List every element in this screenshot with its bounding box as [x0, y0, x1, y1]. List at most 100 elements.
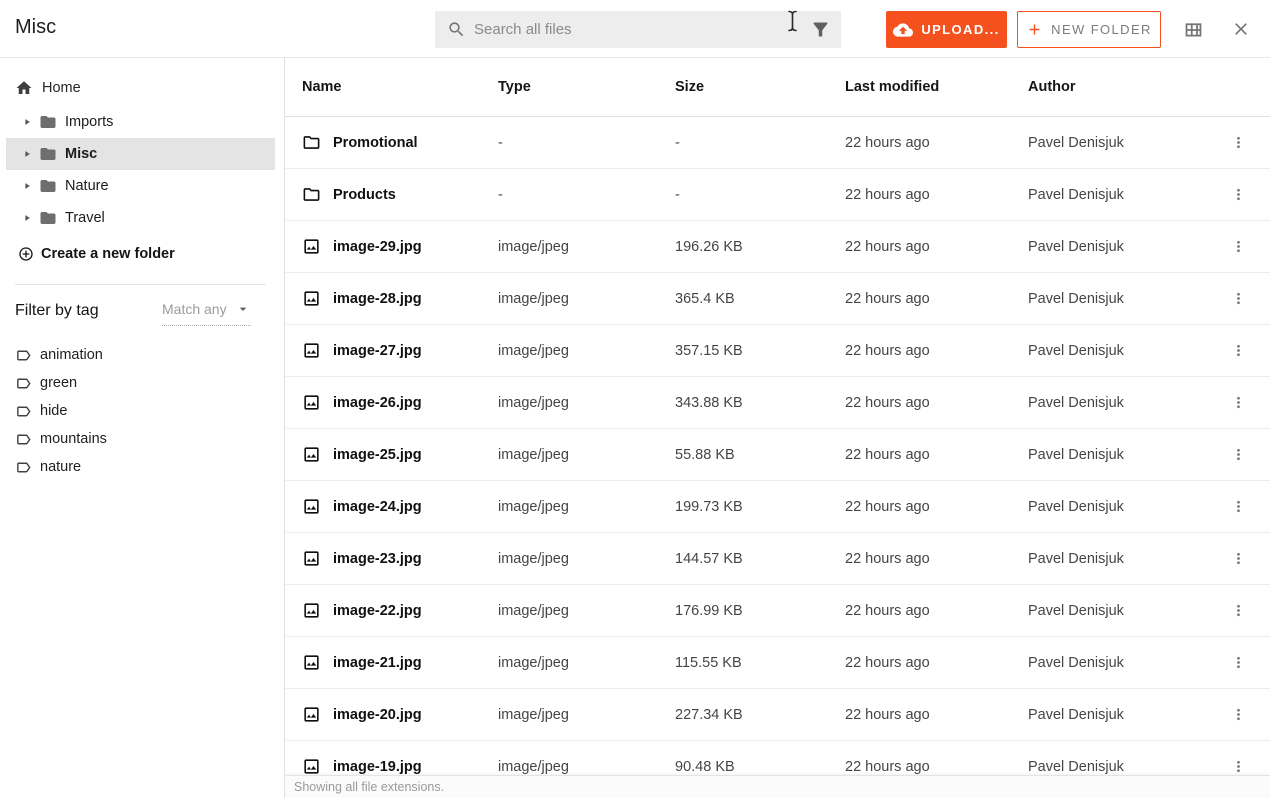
file-modified: 22 hours ago [845, 654, 930, 671]
file-name: image-20.jpg [333, 706, 422, 723]
file-size: - [675, 134, 680, 151]
row-menu-button[interactable] [1218, 238, 1258, 255]
sidebar-folder-travel[interactable]: Travel [6, 202, 275, 234]
file-author: Pavel Denisjuk [1028, 602, 1124, 619]
file-size: - [675, 186, 680, 203]
file-modified: 22 hours ago [845, 602, 930, 619]
folder-outline-icon [302, 185, 321, 204]
row-menu-button[interactable] [1218, 550, 1258, 567]
image-icon [302, 653, 321, 672]
filter-funnel-icon[interactable] [810, 19, 831, 40]
file-author: Pavel Denisjuk [1028, 706, 1124, 723]
row-menu-button[interactable] [1218, 758, 1258, 775]
file-author: Pavel Denisjuk [1028, 498, 1124, 515]
table-row[interactable]: image-29.jpg image/jpeg 196.26 KB 22 hours … [285, 221, 1270, 273]
row-menu-button[interactable] [1218, 186, 1258, 203]
table-row[interactable]: image-23.jpg image/jpeg 144.57 KB 22 hours … [285, 533, 1270, 585]
file-modified: 22 hours ago [845, 706, 930, 723]
column-header-type[interactable]: Type [498, 79, 675, 95]
table-row[interactable]: Products - - 22 hours ago Pavel Denisjuk [285, 169, 1270, 221]
sidebar-divider [15, 284, 266, 285]
tag-item-mountains[interactable]: mountains [0, 425, 284, 453]
tag-item-animation[interactable]: animation [0, 341, 284, 369]
page-title: Misc [15, 16, 57, 38]
image-icon [302, 289, 321, 308]
row-menu-button[interactable] [1218, 446, 1258, 463]
upload-button[interactable]: UPLOAD... [886, 11, 1007, 48]
sidebar-folder-imports[interactable]: Imports [6, 106, 275, 138]
tag-item-green[interactable]: green [0, 369, 284, 397]
search-bar[interactable] [435, 11, 841, 48]
triangle-right-icon[interactable] [22, 149, 32, 159]
folder-label: Nature [65, 178, 109, 194]
row-menu-button[interactable] [1218, 498, 1258, 515]
create-folder-label: Create a new folder [41, 246, 175, 262]
table-row[interactable]: image-21.jpg image/jpeg 115.55 KB 22 hours … [285, 637, 1270, 689]
table-row[interactable]: image-25.jpg image/jpeg 55.88 KB 22 hours a… [285, 429, 1270, 481]
file-type: image/jpeg [498, 498, 569, 515]
grid-view-icon[interactable] [1183, 19, 1204, 40]
file-size: 227.34 KB [675, 706, 743, 723]
image-icon [302, 497, 321, 516]
row-menu-button[interactable] [1218, 654, 1258, 671]
header-bar: Misc UPLOAD... NEW FOLDER [0, 0, 1270, 58]
file-author: Pavel Denisjuk [1028, 342, 1124, 359]
create-folder-button[interactable]: Create a new folder [0, 246, 284, 262]
file-type: - [498, 186, 503, 203]
file-name: Promotional [333, 134, 418, 151]
table-row[interactable]: image-24.jpg image/jpeg 199.73 KB 22 hours … [285, 481, 1270, 533]
table-row[interactable]: image-27.jpg image/jpeg 357.15 KB 22 hours … [285, 325, 1270, 377]
column-header-size[interactable]: Size [675, 79, 845, 95]
search-input[interactable] [466, 21, 810, 38]
table-row[interactable]: image-26.jpg image/jpeg 343.88 KB 22 hours … [285, 377, 1270, 429]
folder-outline-icon [302, 133, 321, 152]
tag-label: green [40, 375, 78, 391]
triangle-right-icon[interactable] [22, 213, 32, 223]
match-any-value: Match any [162, 301, 227, 317]
new-folder-button[interactable]: NEW FOLDER [1017, 11, 1161, 48]
label-outline-icon [15, 375, 32, 392]
file-modified: 22 hours ago [845, 342, 930, 359]
file-type: image/jpeg [498, 706, 569, 723]
table-row[interactable]: image-28.jpg image/jpeg 365.4 KB 22 hours a… [285, 273, 1270, 325]
table-row[interactable]: image-22.jpg image/jpeg 176.99 KB 22 hours … [285, 585, 1270, 637]
row-menu-button[interactable] [1218, 602, 1258, 619]
sidebar: Home Imports Misc Nature Travel Create a ne… [0, 58, 285, 798]
file-size: 144.57 KB [675, 550, 743, 567]
label-outline-icon [15, 347, 32, 364]
row-menu-button[interactable] [1218, 290, 1258, 307]
triangle-right-icon[interactable] [22, 117, 32, 127]
label-outline-icon [15, 431, 32, 448]
row-menu-button[interactable] [1218, 706, 1258, 723]
column-header-author[interactable]: Author [1028, 79, 1218, 95]
table-header: Name Type Size Last modified Author [285, 58, 1270, 117]
row-menu-button[interactable] [1218, 134, 1258, 151]
row-menu-button[interactable] [1218, 394, 1258, 411]
folder-label: Imports [65, 114, 114, 130]
file-size: 90.48 KB [675, 758, 735, 775]
file-type: image/jpeg [498, 758, 569, 775]
column-header-name[interactable]: Name [285, 79, 498, 95]
table-row[interactable]: Promotional - - 22 hours ago Pavel Denisjuk [285, 117, 1270, 169]
sidebar-folder-misc[interactable]: Misc [6, 138, 275, 170]
file-author: Pavel Denisjuk [1028, 134, 1124, 151]
file-modified: 22 hours ago [845, 186, 930, 203]
folder-filled-icon [39, 145, 57, 163]
folder-label: Misc [65, 146, 98, 162]
image-icon [302, 445, 321, 464]
image-icon [302, 601, 321, 620]
sidebar-item-home[interactable]: Home [0, 78, 284, 98]
close-icon[interactable] [1231, 19, 1251, 39]
tag-item-nature[interactable]: nature [0, 453, 284, 481]
triangle-right-icon[interactable] [22, 181, 32, 191]
home-label: Home [42, 80, 81, 96]
row-menu-button[interactable] [1218, 342, 1258, 359]
file-modified: 22 hours ago [845, 446, 930, 463]
tag-item-hide[interactable]: hide [0, 397, 284, 425]
column-header-modified[interactable]: Last modified [845, 79, 1028, 95]
file-author: Pavel Denisjuk [1028, 394, 1124, 411]
sidebar-folder-nature[interactable]: Nature [6, 170, 275, 202]
table-row[interactable]: image-20.jpg image/jpeg 227.34 KB 22 hours … [285, 689, 1270, 741]
file-type: image/jpeg [498, 290, 569, 307]
match-any-dropdown[interactable]: Match any [162, 301, 251, 326]
